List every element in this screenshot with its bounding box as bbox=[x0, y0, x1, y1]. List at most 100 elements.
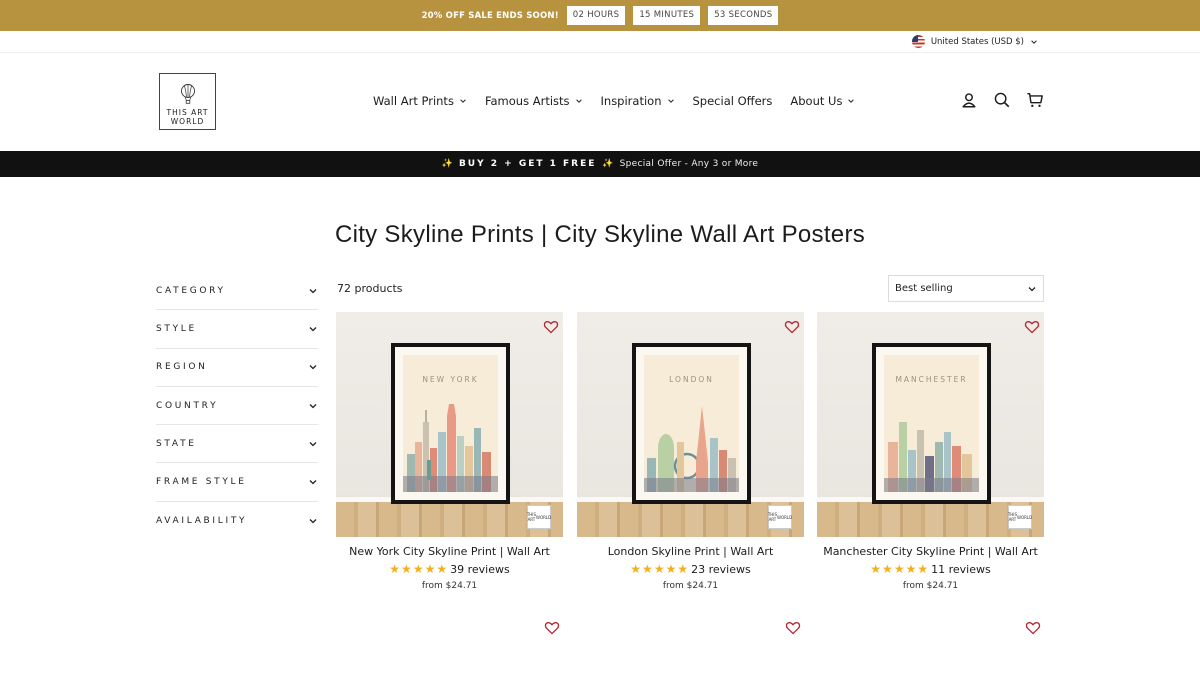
site-logo[interactable]: THIS ART WORLD bbox=[159, 73, 216, 130]
review-count: 39 reviews bbox=[450, 562, 510, 576]
filter-label: STATE bbox=[156, 438, 197, 449]
logo-text-line2: WORLD bbox=[170, 117, 205, 126]
countdown-seconds: 53 SECONDS bbox=[708, 6, 779, 25]
wishlist-heart-icon[interactable] bbox=[1025, 620, 1041, 636]
nav-wall-art-prints[interactable]: Wall Art Prints bbox=[373, 94, 467, 108]
product-card[interactable]: LONDON THIS ART WORLD London Skyline Pri… bbox=[577, 312, 804, 591]
offer-bar[interactable]: ✨ BUY 2 + GET 1 FREE ✨ Special Offer - A… bbox=[0, 151, 1200, 177]
poster-city-label: MANCHESTER bbox=[895, 375, 968, 384]
skyline-artwork: LONDON bbox=[644, 355, 739, 492]
filter-label: FRAME STYLE bbox=[156, 477, 247, 488]
poster-city-label: LONDON bbox=[669, 375, 714, 384]
nav-special-offers[interactable]: Special Offers bbox=[693, 94, 773, 108]
sort-select[interactable]: Best selling bbox=[888, 275, 1044, 302]
badge-line2: WORLD bbox=[1016, 514, 1033, 520]
skyline-artwork: MANCHESTER bbox=[884, 355, 979, 492]
rating-stars-icon: ★★★★★ bbox=[389, 562, 449, 576]
nav-label: Famous Artists bbox=[484, 94, 570, 108]
product-price: from $24.71 bbox=[662, 581, 719, 591]
wishlist-heart-icon[interactable] bbox=[784, 319, 800, 335]
hot-air-balloon-icon bbox=[180, 84, 195, 104]
product-name[interactable]: New York City Skyline Print | Wall Art bbox=[336, 545, 563, 558]
filter-label: CATEGORY bbox=[156, 285, 226, 296]
filter-category[interactable]: CATEGORY bbox=[156, 272, 318, 311]
poster-frame: MANCHESTER bbox=[872, 343, 991, 504]
filter-label: AVAILABILITY bbox=[156, 515, 248, 526]
account-icon[interactable] bbox=[960, 91, 978, 109]
nav-famous-artists[interactable]: Famous Artists bbox=[485, 94, 583, 108]
header-icons bbox=[960, 91, 1044, 109]
page-title: City Skyline Prints | City Skyline Wall … bbox=[334, 221, 866, 248]
nav-inspiration[interactable]: Inspiration bbox=[601, 94, 675, 108]
skyline-artwork: NEW YORK bbox=[403, 355, 498, 492]
product-image[interactable]: MANCHESTER THIS ART WORLD bbox=[817, 312, 1044, 537]
product-rating[interactable]: ★★★★★ 39 reviews bbox=[336, 562, 563, 576]
filter-frame-style[interactable]: FRAME STYLE bbox=[156, 463, 318, 502]
chevron-down-icon bbox=[1028, 286, 1036, 291]
review-count: 23 reviews bbox=[691, 562, 751, 576]
brand-badge: THIS ART WORLD bbox=[527, 505, 551, 529]
site-header: THIS ART WORLD Wall Art Prints Famous Ar… bbox=[0, 53, 1200, 151]
currency-selector[interactable]: United States (USD $) bbox=[911, 35, 1038, 48]
main-nav: Wall Art Prints Famous Artists Inspirati… bbox=[373, 94, 873, 108]
chevron-down-icon bbox=[667, 99, 674, 103]
wishlist-heart-icon[interactable] bbox=[544, 620, 560, 636]
chevron-down-icon bbox=[309, 365, 317, 370]
nav-label: Inspiration bbox=[600, 94, 662, 108]
countdown-hours: 02 HOURS bbox=[566, 6, 626, 25]
badge-line1: THIS ART bbox=[767, 512, 777, 522]
product-image[interactable]: LONDON THIS ART WORLD bbox=[577, 312, 804, 537]
filter-state[interactable]: STATE bbox=[156, 425, 318, 464]
nav-label: Wall Art Prints bbox=[373, 94, 454, 108]
chevron-down-icon bbox=[1031, 39, 1037, 44]
nav-about-us[interactable]: About Us bbox=[790, 94, 855, 108]
manchester-skyline-illustration bbox=[884, 422, 979, 492]
chevron-down-icon bbox=[309, 441, 317, 447]
product-card[interactable]: NEW YORK THIS ART WORLD New York City Sk… bbox=[336, 312, 563, 591]
poster-frame: NEW YORK bbox=[391, 343, 510, 504]
sparkle-icon: ✨ bbox=[602, 159, 614, 169]
product-price: from $24.71 bbox=[902, 581, 959, 591]
filter-country[interactable]: COUNTRY bbox=[156, 387, 318, 426]
product-rating[interactable]: ★★★★★ 11 reviews bbox=[817, 562, 1044, 576]
poster-frame: LONDON bbox=[632, 343, 751, 504]
chevron-down-icon bbox=[309, 288, 317, 294]
filter-style[interactable]: STYLE bbox=[156, 310, 318, 349]
countdown-minutes: 15 MINUTES bbox=[633, 6, 701, 25]
badge-line1: THIS ART bbox=[1007, 512, 1017, 522]
product-price: from $24.71 bbox=[421, 581, 478, 591]
wishlist-heart-icon[interactable] bbox=[785, 620, 801, 636]
nav-label: Special Offers bbox=[692, 94, 773, 108]
brand-badge: THIS ART WORLD bbox=[1008, 505, 1032, 529]
wishlist-heart-icon[interactable] bbox=[1024, 319, 1040, 335]
product-name[interactable]: London Skyline Print | Wall Art bbox=[577, 545, 804, 558]
wishlist-heart-icon[interactable] bbox=[543, 319, 559, 335]
product-name[interactable]: Manchester City Skyline Print | Wall Art bbox=[817, 545, 1044, 558]
search-icon[interactable] bbox=[993, 91, 1011, 109]
poster-city-label: NEW YORK bbox=[422, 375, 479, 384]
product-image[interactable]: NEW YORK THIS ART WORLD bbox=[336, 312, 563, 537]
filter-label: COUNTRY bbox=[156, 400, 219, 411]
rating-stars-icon: ★★★★★ bbox=[870, 562, 930, 576]
chevron-down-icon bbox=[309, 518, 317, 524]
new-york-skyline-illustration bbox=[403, 404, 498, 492]
filter-availability[interactable]: AVAILABILITY bbox=[156, 502, 318, 540]
filter-region[interactable]: REGION bbox=[156, 349, 318, 387]
review-count: 11 reviews bbox=[931, 562, 991, 576]
product-rating[interactable]: ★★★★★ 23 reviews bbox=[577, 562, 804, 576]
chevron-down-icon bbox=[460, 99, 466, 103]
rating-stars-icon: ★★★★★ bbox=[630, 562, 690, 576]
filter-label: STYLE bbox=[156, 323, 197, 334]
chevron-down-icon bbox=[575, 99, 582, 103]
us-flag-icon bbox=[911, 35, 925, 48]
product-card[interactable]: MANCHESTER THIS ART WORLD Manchester Cit… bbox=[817, 312, 1044, 591]
chevron-down-icon bbox=[309, 403, 317, 408]
currency-label: United States (USD $) bbox=[930, 36, 1024, 47]
chevron-down-icon bbox=[309, 480, 317, 485]
sparkle-icon: ✨ bbox=[441, 159, 453, 169]
badge-line1: THIS ART bbox=[526, 512, 536, 522]
cart-icon[interactable] bbox=[1026, 91, 1044, 109]
london-skyline-illustration bbox=[644, 406, 739, 492]
brand-badge: THIS ART WORLD bbox=[768, 505, 792, 529]
filter-sidebar: CATEGORY STYLE REGION COUNTRY STATE FRAM… bbox=[156, 272, 318, 540]
